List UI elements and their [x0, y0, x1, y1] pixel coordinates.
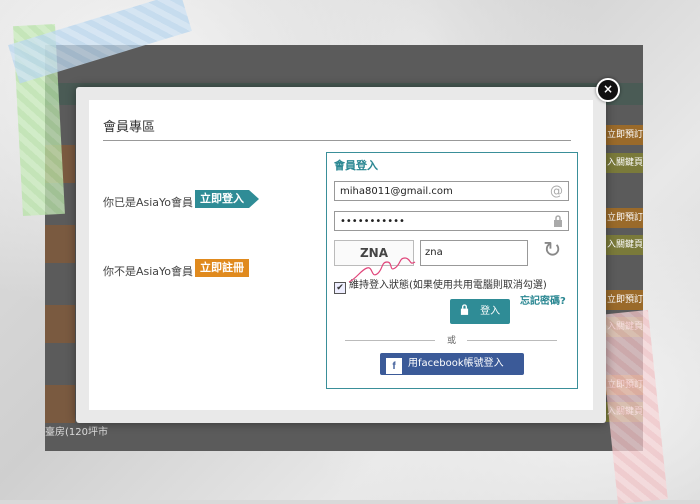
title-divider	[103, 140, 571, 141]
email-value: miha8011@gmail.com	[340, 186, 453, 197]
dimmed-booking-button: 立即預訂	[603, 125, 643, 145]
facebook-icon: f	[386, 358, 402, 374]
dimmed-booking-button: 立即預訂	[603, 290, 643, 310]
dimmed-thumbnail	[45, 385, 75, 423]
modal-body: 會員專區 你已是AsiaYo會員 立即登入 你不是AsiaYo會員 立即註冊 會…	[89, 100, 593, 410]
divider-right	[467, 340, 557, 341]
lock-icon	[553, 212, 563, 232]
dimmed-more-button: 入關鍵頁	[603, 235, 643, 255]
modal-title: 會員專區	[103, 120, 156, 135]
login-button[interactable]: 登入	[450, 299, 510, 324]
lock-icon	[460, 304, 472, 317]
login-panel-title: 會員登入	[334, 159, 378, 172]
at-icon: @	[550, 184, 563, 199]
dimmed-booking-button: 立即預訂	[603, 208, 643, 228]
password-value: •••••••••••	[340, 216, 405, 227]
or-label: 或	[447, 336, 457, 346]
login-now-tag[interactable]: 立即登入	[195, 190, 259, 208]
member-label: 你已是AsiaYo會員	[103, 196, 194, 209]
email-field[interactable]: miha8011@gmail.com @	[334, 181, 569, 201]
refresh-icon[interactable]: ↻	[543, 238, 561, 263]
forgot-password-link[interactable]: 忘記密碼?	[520, 292, 566, 307]
nonmember-label: 你不是AsiaYo會員	[103, 265, 194, 278]
captcha-input[interactable]: zna	[420, 240, 528, 266]
login-button-label: 登入	[480, 306, 501, 317]
close-button[interactable]: ×	[596, 78, 620, 102]
dimmed-more-button: 入關鍵頁	[603, 153, 643, 173]
register-now-button[interactable]: 立即註冊	[195, 259, 249, 277]
divider-left	[345, 340, 435, 341]
facebook-login-button[interactable]: f 用facebook帳號登入	[380, 353, 524, 375]
dimmed-thumbnail	[45, 305, 75, 343]
scribble-decoration	[348, 257, 416, 283]
password-field[interactable]: •••••••••••	[334, 211, 569, 231]
dimmed-thumbnail	[45, 225, 75, 263]
member-modal: 會員專區 你已是AsiaYo會員 立即登入 你不是AsiaYo會員 立即註冊 會…	[76, 87, 606, 423]
remember-checkbox[interactable]: ✔	[334, 282, 346, 294]
dimmed-caption: 臺房(120坪市	[45, 427, 108, 438]
facebook-label: 用facebook帳號登入	[408, 358, 504, 369]
